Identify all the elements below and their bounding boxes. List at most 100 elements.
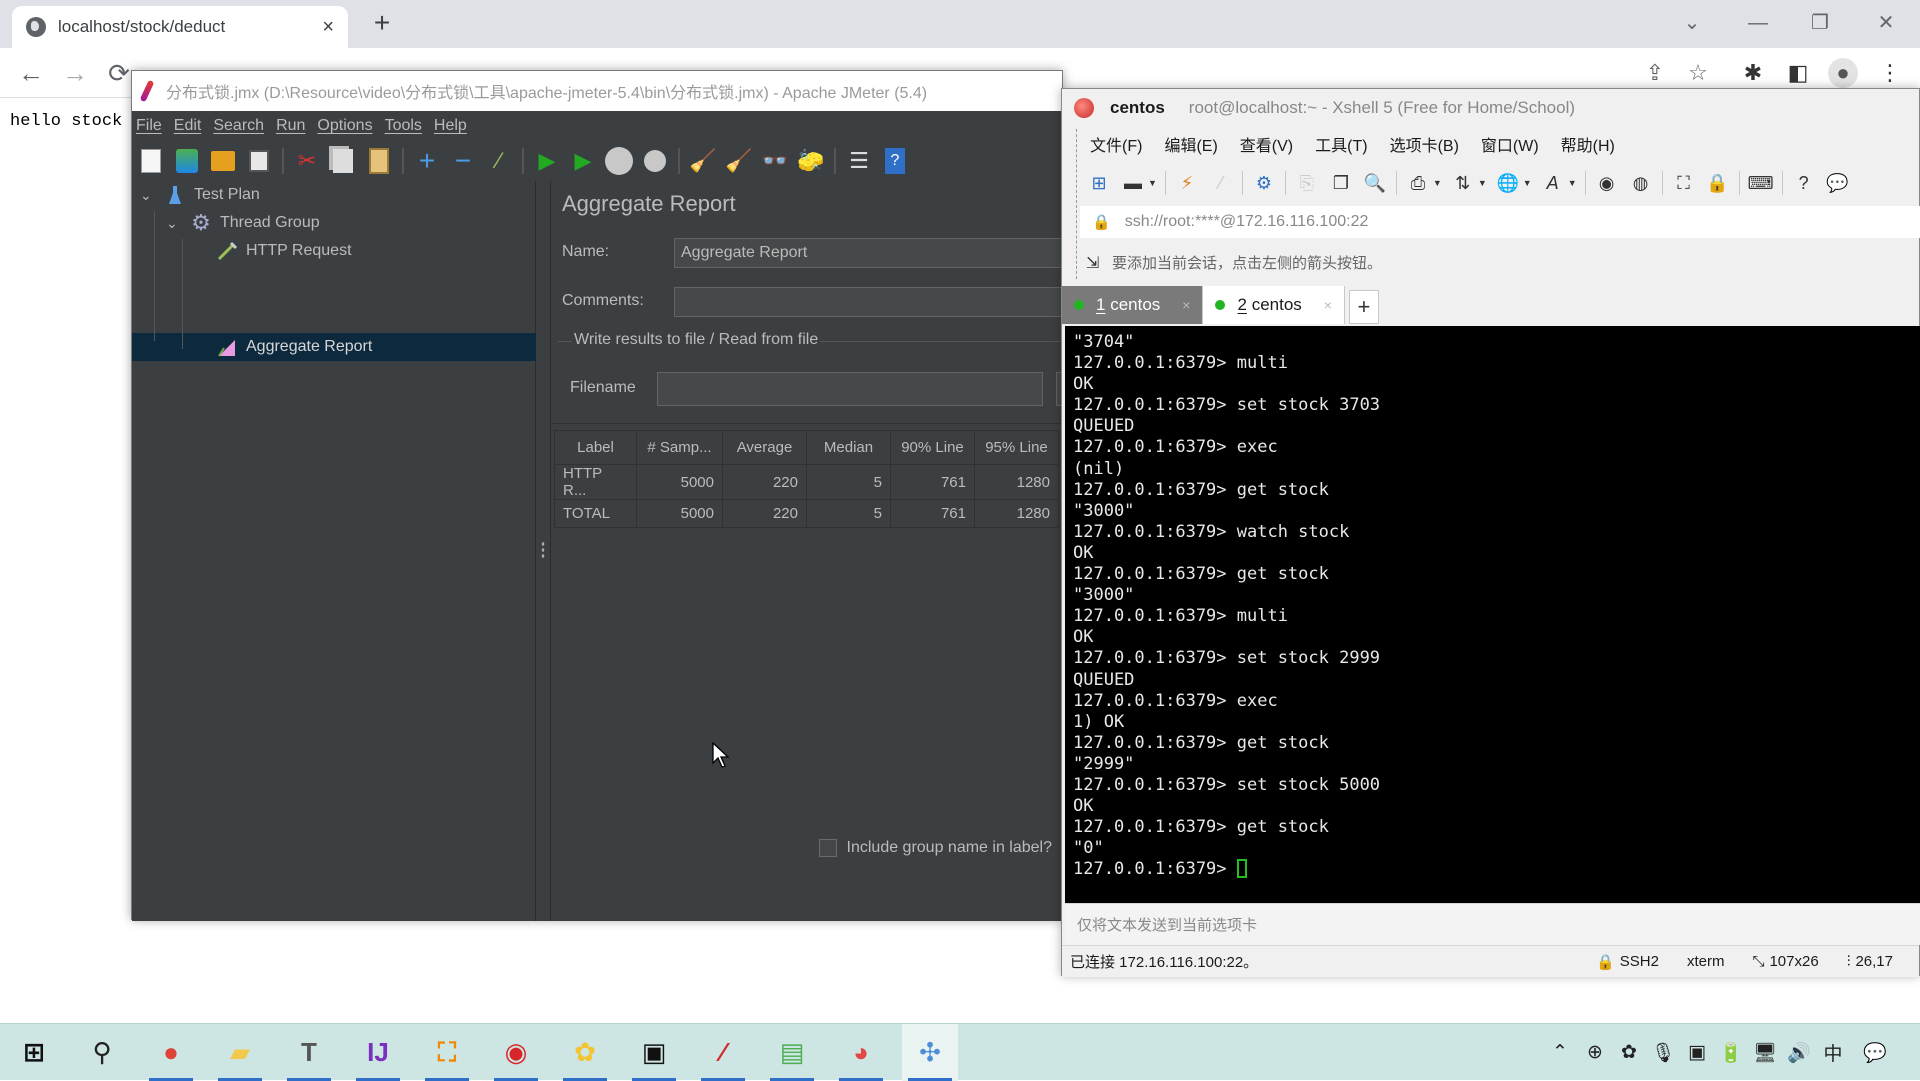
security-app-icon[interactable]: ⊕ (1580, 1024, 1610, 1081)
taskbar-xshell-icon[interactable]: ◕ (833, 1024, 889, 1081)
properties-icon[interactable]: ⚙ (1251, 170, 1277, 196)
taskbar-app-red-icon[interactable]: ◉ (488, 1024, 544, 1081)
menu-help[interactable]: Help (434, 117, 467, 135)
clear-all-icon[interactable]: 🧹 (724, 146, 754, 176)
tab-search-icon[interactable]: ⌄ (1672, 6, 1712, 40)
name-input[interactable]: Aggregate Report (674, 238, 1064, 268)
xftp-icon[interactable]: ◉ (1594, 170, 1620, 196)
comments-input[interactable] (674, 287, 1064, 317)
menu-tools[interactable]: Tools (385, 117, 422, 135)
clear-icon[interactable]: 🧹 (688, 146, 718, 176)
collapse-icon[interactable]: − (448, 145, 478, 176)
splitter-grip-icon[interactable] (541, 541, 545, 559)
menu-help[interactable]: 帮助(H) (1561, 132, 1615, 156)
taskbar-start-icon[interactable]: ⊞ (6, 1024, 62, 1081)
menu-edit[interactable]: 编辑(E) (1164, 132, 1217, 156)
taskbar-draw-io-icon[interactable]: ⛶ (419, 1024, 475, 1081)
taskbar-file-explorer-icon[interactable]: ▰ (212, 1024, 268, 1081)
taskbar-terminal-icon[interactable]: ▣ (626, 1024, 682, 1081)
pane-splitter[interactable] (536, 181, 550, 921)
cut-icon[interactable]: ✂ (292, 146, 322, 176)
start-icon[interactable]: ▶ (532, 146, 562, 176)
column-header-average[interactable]: Average (722, 430, 807, 465)
menu-run[interactable]: Run (276, 117, 305, 135)
xshell-title-bar[interactable]: centos root@localhost:~ - Xshell 5 (Free… (1062, 89, 1919, 127)
taskbar-app-yellow-icon[interactable]: ✿ (557, 1024, 613, 1081)
volume-icon[interactable]: 🔊 (1784, 1024, 1814, 1081)
tab-close-icon[interactable]: × (1182, 297, 1190, 313)
menu-search[interactable]: Search (213, 117, 264, 135)
profile-avatar-icon[interactable]: ● (1828, 58, 1858, 88)
chrome-menu-icon[interactable]: ⋮ (1875, 58, 1905, 88)
tree-node-thread-group[interactable]: ⌄ ⚙ Thread Group (166, 209, 320, 237)
display-app-icon[interactable]: ▣ (1682, 1024, 1712, 1081)
paste-icon[interactable]: ❐ (1328, 170, 1354, 196)
send-text-input[interactable]: 仅将文本发送到当前选项卡 (1065, 903, 1920, 945)
copy-icon[interactable] (328, 146, 358, 176)
taskbar-chrome-icon[interactable]: ● (143, 1024, 199, 1081)
globe-icon[interactable]: 🌐 (1495, 170, 1521, 196)
notification-icon[interactable]: 💬 (1860, 1024, 1890, 1081)
taskbar-intellij-idea-icon[interactable]: IJ (350, 1024, 406, 1081)
templates-icon[interactable] (172, 146, 202, 176)
side-panel-icon[interactable]: ◧ (1783, 58, 1813, 88)
tree-node-aggregate-report[interactable]: Aggregate Report (216, 333, 372, 361)
xmanager-icon[interactable]: ◍ (1628, 170, 1654, 196)
back-button[interactable]: ← (14, 56, 48, 90)
menu-options[interactable]: Options (317, 117, 372, 135)
paste-icon[interactable] (364, 146, 394, 176)
close-window-button[interactable]: ✕ (1866, 6, 1906, 40)
taskbar-search-icon[interactable]: ⚲ (74, 1024, 130, 1081)
new-session-icon[interactable]: ⊞ (1086, 170, 1112, 196)
column-header-95-line[interactable]: 95% Line (974, 430, 1059, 465)
menu-view[interactable]: 查看(V) (1240, 132, 1293, 156)
menu-tabs[interactable]: 选项卡(B) (1390, 132, 1459, 156)
reset-search-icon[interactable]: 🧽 (796, 146, 826, 176)
session-tab-2[interactable]: 2 centos × (1203, 286, 1345, 324)
add-tab-button[interactable]: + (1348, 290, 1379, 324)
input-method-icon[interactable]: 中 (1818, 1024, 1848, 1081)
function-helper-icon[interactable]: ☰ (844, 146, 874, 176)
battery-icon[interactable]: 🔋 (1716, 1024, 1746, 1081)
disconnect-icon[interactable]: ⁄ (1208, 170, 1234, 196)
jmeter-title-bar[interactable]: 分布式锁.jmx (D:\Resource\video\分布式锁\工具\apac… (132, 71, 1062, 111)
dropdown-arrow-icon[interactable]: ▼ (1478, 178, 1487, 188)
network-icon[interactable]: 🖥 (1750, 1024, 1780, 1081)
expand-icon[interactable]: + (412, 145, 442, 176)
chat-icon[interactable]: 💬 (1825, 170, 1851, 196)
column-header-median[interactable]: Median (806, 430, 891, 465)
forward-button[interactable]: → (58, 56, 92, 90)
menu-edit[interactable]: Edit (174, 117, 202, 135)
table-row[interactable]: TOTAL 5000 220 5 761 1280 (554, 499, 1059, 528)
include-group-name-option[interactable]: Include group name in label? (818, 839, 1052, 857)
keyboard-icon[interactable]: ⌨ (1748, 170, 1774, 196)
table-row[interactable]: HTTP R... 5000 220 5 761 1280 (554, 464, 1059, 500)
tree-node-test-plan[interactable]: ⌄ Test Plan (140, 181, 260, 209)
stop-icon[interactable] (604, 146, 634, 176)
toggle-icon[interactable]: ⁄ (484, 146, 514, 176)
terminal-output[interactable]: "3704" 127.0.0.1:6379> multi OK 127.0.0.1:6… (1065, 326, 1920, 903)
find-icon[interactable]: 🔍 (1362, 170, 1388, 196)
tree-node-http-request[interactable]: HTTP Request (216, 237, 352, 265)
chevron-down-icon[interactable]: ⌄ (166, 215, 182, 232)
search-binoculars-icon[interactable]: 👓 (760, 146, 790, 176)
restore-button[interactable]: ❐ (1800, 6, 1840, 40)
start-no-pauses-icon[interactable]: ▶ (568, 146, 598, 176)
column-header-label[interactable]: Label (554, 430, 637, 465)
help-icon[interactable]: ? (1791, 170, 1817, 196)
add-session-arrow-icon[interactable]: ⇲ (1086, 253, 1104, 272)
show-hidden-icons[interactable]: ⌃ (1545, 1024, 1575, 1081)
menu-file[interactable]: 文件(F) (1090, 132, 1142, 156)
microphone-icon[interactable]: 🎙 (1648, 1024, 1678, 1081)
bookmark-star-icon[interactable]: ☆ (1683, 58, 1713, 88)
reconnect-icon[interactable]: ⚡ (1174, 170, 1200, 196)
fullscreen-icon[interactable]: ⛶ (1671, 170, 1697, 196)
new-icon[interactable] (136, 146, 166, 176)
font-icon[interactable]: A (1540, 170, 1566, 196)
transfer-icon[interactable]: ⇅ (1450, 170, 1476, 196)
taskbar-jmeter-icon[interactable]: ⁄ (695, 1024, 751, 1081)
open-folder-icon[interactable]: ▬ (1120, 170, 1146, 196)
filename-input[interactable] (657, 372, 1043, 406)
column-header-90-line[interactable]: 90% Line (890, 430, 975, 465)
taskbar-network-app-icon[interactable]: ✣ (902, 1024, 958, 1081)
